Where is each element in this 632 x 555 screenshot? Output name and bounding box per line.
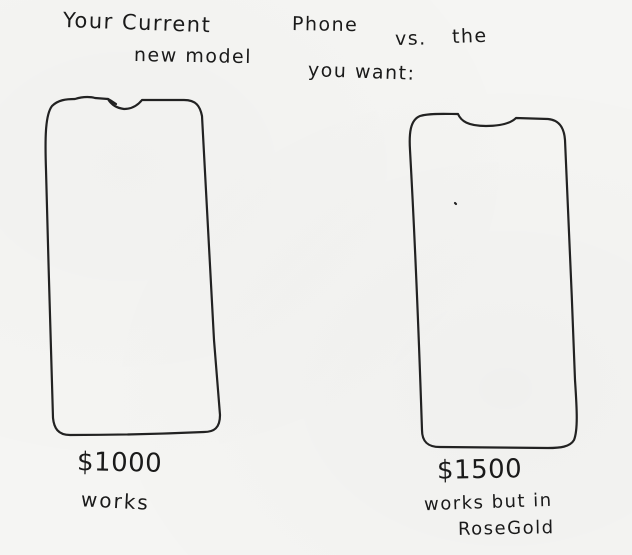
current-phone-price: $1000 bbox=[76, 447, 163, 479]
new-phone-note-line1: works but in bbox=[423, 489, 554, 516]
paper-background: Your Current Phone vs. the new model you… bbox=[0, 0, 632, 555]
new-phone-price: $1500 bbox=[436, 454, 523, 486]
new-phone-outline bbox=[408, 112, 578, 450]
new-phone-note-line2: RoseGold bbox=[457, 517, 555, 540]
current-phone-note: works bbox=[80, 487, 151, 515]
current-phone-outline bbox=[44, 95, 222, 437]
new-phone-dot bbox=[453, 201, 458, 206]
